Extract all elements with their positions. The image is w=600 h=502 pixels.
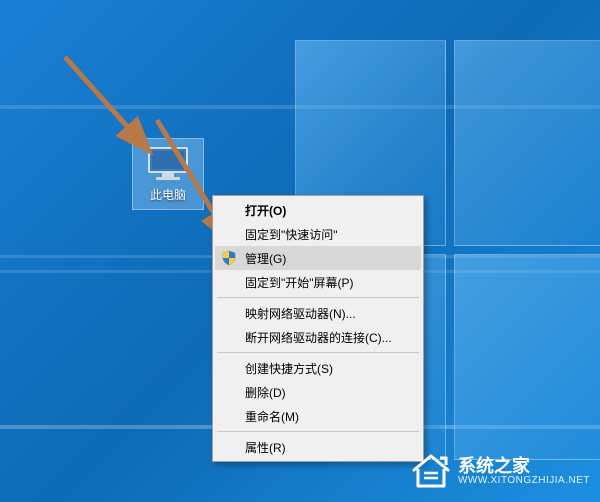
menu-item-pin-quick-access[interactable]: 固定到"快速访问" [215,222,421,246]
menu-item-create-shortcut[interactable]: 创建快捷方式(S) [215,356,421,380]
menu-item-label: 映射网络驱动器(N)... [245,305,356,322]
menu-item-label: 固定到"快速访问" [245,226,338,243]
computer-icon [146,146,190,182]
menu-item-map-drive[interactable]: 映射网络驱动器(N)... [215,301,421,325]
menu-item-properties[interactable]: 属性(R) [215,435,421,459]
menu-item-label: 管理(G) [245,250,286,267]
this-pc-desktop-icon[interactable]: 此电脑 [132,138,204,210]
menu-separator [217,352,419,353]
uac-shield-icon [221,250,237,266]
menu-item-label: 属性(R) [245,439,286,456]
watermark-title: 系统之家 [458,457,590,475]
context-menu: 打开(O) 固定到"快速访问" 管理(G) 固定到"开始"屏幕(P) 映射网络驱… [212,195,424,462]
watermark-url: WWW.XITONGZHIJIA.NET [458,475,590,486]
menu-item-disconnect-drive[interactable]: 断开网络驱动器的连接(C)... [215,325,421,349]
menu-item-label: 打开(O) [245,202,286,219]
menu-separator [217,431,419,432]
menu-item-label: 删除(D) [245,384,286,401]
this-pc-label: 此电脑 [150,186,186,203]
watermark: 系统之家 WWW.XITONGZHIJIA.NET [410,452,590,490]
watermark-logo-icon [410,452,452,490]
menu-item-manage[interactable]: 管理(G) [215,246,421,270]
menu-item-label: 固定到"开始"屏幕(P) [245,274,354,291]
menu-item-pin-start[interactable]: 固定到"开始"屏幕(P) [215,270,421,294]
menu-item-delete[interactable]: 删除(D) [215,380,421,404]
menu-separator [217,297,419,298]
menu-item-label: 重命名(M) [245,408,299,425]
menu-item-label: 断开网络驱动器的连接(C)... [245,329,392,346]
menu-item-open[interactable]: 打开(O) [215,198,421,222]
menu-item-label: 创建快捷方式(S) [245,360,333,377]
menu-item-rename[interactable]: 重命名(M) [215,404,421,428]
